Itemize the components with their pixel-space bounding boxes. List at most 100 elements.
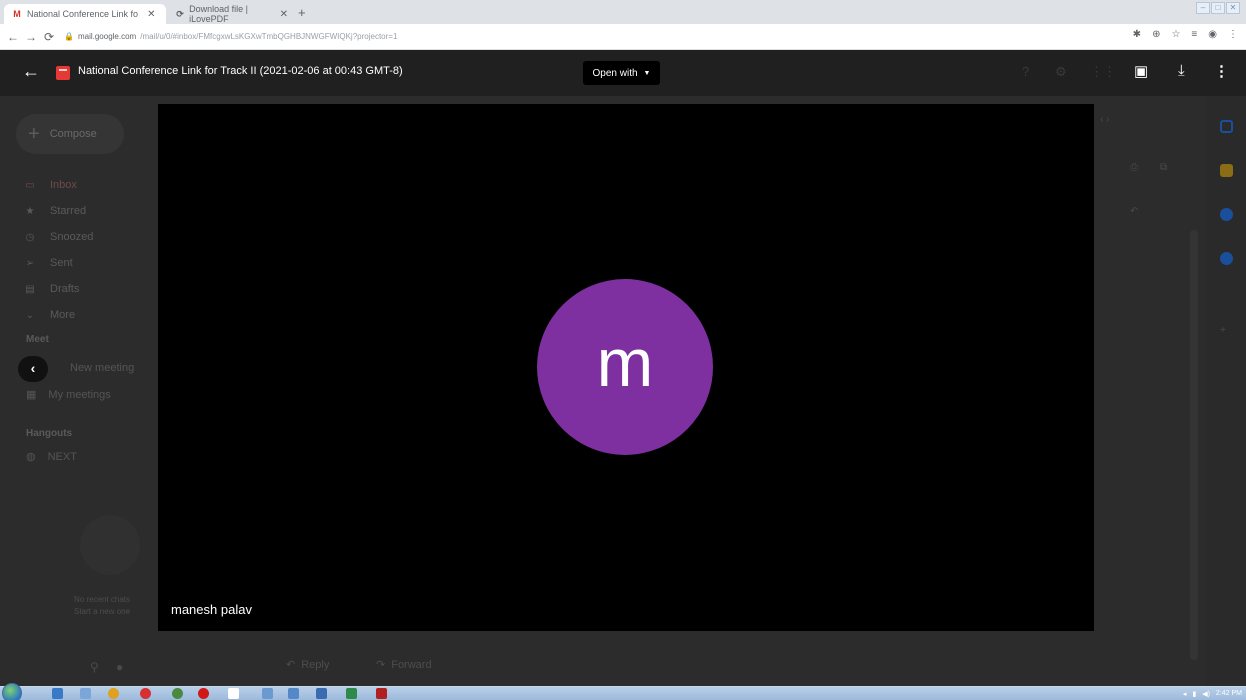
download-icon[interactable]: ⤓ bbox=[1178, 62, 1185, 79]
help-icon: ? bbox=[1022, 64, 1030, 79]
media-icon[interactable] bbox=[80, 688, 91, 699]
apps-grid-icon: ⋮⋮ bbox=[1090, 64, 1116, 79]
nav-item-snoozed[interactable]: ◷ Snoozed bbox=[24, 224, 94, 250]
close-window-button[interactable]: ✕ bbox=[1226, 2, 1240, 14]
participant-avatar: m bbox=[537, 279, 713, 455]
volume-icon[interactable]: ◀) bbox=[1202, 690, 1210, 698]
clock[interactable]: 2:42 PM bbox=[1216, 690, 1242, 697]
reading-list-icon[interactable]: ≡ bbox=[1191, 29, 1197, 40]
contacts-icon[interactable] bbox=[1220, 252, 1233, 265]
network-icon[interactable]: ▮ bbox=[1192, 690, 1196, 698]
open-with-label: Open with bbox=[592, 67, 638, 79]
add-to-drive-icon[interactable]: ▣ bbox=[1134, 62, 1148, 80]
gmail-favicon-icon: M bbox=[13, 9, 21, 19]
bookmark-star-icon[interactable]: ☆ bbox=[1171, 29, 1180, 40]
keyboard-icon: ▦ bbox=[26, 389, 37, 401]
start-button[interactable] bbox=[2, 683, 22, 700]
open-with-button[interactable]: Open with ▼ bbox=[583, 61, 660, 85]
new-meeting-item[interactable]: New meeting bbox=[70, 362, 134, 374]
nav-item-more[interactable]: ⌄ More bbox=[24, 302, 93, 328]
tab-title: National Conference Link fo bbox=[27, 9, 139, 19]
start-chat-link[interactable]: Start a new one bbox=[74, 607, 130, 616]
gmail-scrollbar[interactable] bbox=[1190, 230, 1198, 660]
arrow-left-icon[interactable]: ← bbox=[22, 61, 40, 82]
profile-icon[interactable]: ◉ bbox=[1208, 29, 1217, 40]
ilovepdf-favicon-icon: ⟳ bbox=[176, 9, 184, 19]
collapse-viewer-button[interactable]: ‹ bbox=[18, 356, 48, 382]
avatar-letter: m bbox=[596, 325, 654, 401]
close-tab-icon[interactable]: ✕ bbox=[147, 9, 155, 20]
viewer-title: National Conference Link for Track II (2… bbox=[78, 65, 403, 77]
video-file-icon bbox=[56, 66, 70, 80]
nav-item-inbox[interactable]: ▭ Inbox bbox=[24, 172, 93, 198]
zoom-icon[interactable]: ⊕ bbox=[1152, 29, 1160, 40]
more-options-icon[interactable]: ⋮ bbox=[1214, 62, 1229, 80]
hangouts-user[interactable]: ◍ NEXT bbox=[26, 450, 77, 464]
pdf-icon[interactable] bbox=[376, 688, 387, 699]
send-icon: ➢ bbox=[25, 257, 35, 269]
keep-icon[interactable] bbox=[1220, 164, 1233, 177]
window-icon[interactable] bbox=[262, 688, 273, 699]
explorer-icon[interactable] bbox=[52, 688, 63, 699]
reply-button[interactable]: ↶ Reply bbox=[286, 658, 329, 672]
gmail-nav: ▭ Inbox ★ Starred ◷ Snoozed ➢ Sent ▤ Drafts ⌄… bbox=[24, 172, 93, 328]
person-icon: ◍ bbox=[26, 451, 36, 463]
hangouts-avatar-placeholder bbox=[80, 515, 140, 575]
gmail-sidebar: + Compose ▭ Inbox ★ Starred ◷ Snoozed ➢ Sent… bbox=[0, 50, 155, 686]
back-button[interactable]: ← bbox=[4, 30, 22, 44]
forward-button[interactable]: ↷ Forward bbox=[376, 658, 432, 672]
nav-item-drafts[interactable]: ▤ Drafts bbox=[24, 276, 93, 302]
minimize-button[interactable]: – bbox=[1196, 2, 1210, 14]
folder-icon[interactable] bbox=[108, 688, 119, 699]
plus-icon: + bbox=[28, 122, 40, 145]
chevron-down-icon: ⌄ bbox=[25, 309, 35, 321]
windows-taskbar: ◂ ▮ ◀) 2:42 PM bbox=[0, 683, 1246, 700]
close-tab-icon[interactable]: ✕ bbox=[280, 9, 288, 20]
print-icon[interactable]: ⎙ bbox=[1130, 162, 1138, 173]
tab-ilovepdf[interactable]: ⟳ Download file | iLovePDF ✕ bbox=[168, 4, 296, 24]
add-addon-icon[interactable]: + bbox=[1220, 325, 1226, 336]
forward-arrow-icon: ↷ bbox=[376, 659, 386, 671]
calendar-icon[interactable] bbox=[1220, 120, 1233, 133]
extension-icon[interactable]: ✱ bbox=[1133, 29, 1141, 40]
word-icon[interactable] bbox=[288, 688, 299, 699]
my-meetings-item[interactable]: ▦ My meetings bbox=[26, 388, 111, 402]
lock-icon: 🔒 bbox=[64, 32, 74, 41]
forward-button[interactable]: → bbox=[22, 30, 40, 44]
opera-icon[interactable] bbox=[198, 688, 209, 699]
reply-icon[interactable]: ↶ bbox=[1130, 206, 1138, 217]
window-controls: – □ ✕ bbox=[1196, 2, 1240, 14]
location-icon[interactable]: ● bbox=[116, 660, 123, 674]
browser-tabstrip: M National Conference Link fo ✕ ⟳ Downlo… bbox=[0, 0, 1246, 24]
nav-item-sent[interactable]: ➢ Sent bbox=[24, 250, 93, 276]
participant-name: manesh palav bbox=[171, 602, 252, 617]
maximize-button[interactable]: □ bbox=[1211, 2, 1225, 14]
pagination-icon[interactable]: ‹ › bbox=[1100, 114, 1109, 125]
system-tray: ◂ ▮ ◀) 2:42 PM bbox=[1183, 687, 1242, 700]
tray-arrow-icon[interactable]: ◂ bbox=[1183, 690, 1187, 698]
tasks-icon[interactable] bbox=[1220, 208, 1233, 221]
browser-toolbar: ← → ⟳ 🔒 mail.google.com/mail/u/0/#inbox/… bbox=[0, 24, 1246, 50]
reload-button[interactable]: ⟳ bbox=[40, 30, 58, 44]
chat-person-icon[interactable]: ⚲ bbox=[90, 660, 99, 674]
chrome-menu-icon[interactable]: ⋮ bbox=[1228, 29, 1238, 40]
nav-item-starred[interactable]: ★ Starred bbox=[24, 198, 93, 224]
compose-button[interactable]: + Compose bbox=[16, 114, 124, 154]
viewer-topbar: ← National Conference Link for Track II … bbox=[0, 50, 1246, 96]
settings-icon: ⚙ bbox=[1055, 64, 1067, 79]
clock-icon: ◷ bbox=[25, 231, 35, 243]
video-player[interactable]: m manesh palav bbox=[158, 104, 1094, 631]
app-icon[interactable] bbox=[140, 688, 151, 699]
star-icon: ★ bbox=[25, 205, 35, 217]
address-bar[interactable]: 🔒 mail.google.com/mail/u/0/#inbox/FMfcgx… bbox=[64, 32, 397, 41]
compose-label: Compose bbox=[49, 128, 97, 140]
tab-gmail[interactable]: M National Conference Link fo ✕ bbox=[4, 4, 166, 24]
new-tab-button[interactable]: + bbox=[298, 5, 306, 20]
notepad-icon[interactable] bbox=[228, 688, 239, 699]
spreadsheet-icon[interactable] bbox=[346, 688, 357, 699]
open-new-window-icon[interactable]: ⧉ bbox=[1160, 162, 1167, 173]
caret-down-icon: ▼ bbox=[643, 69, 651, 77]
excel-icon[interactable] bbox=[316, 688, 327, 699]
chrome-taskbar-icon[interactable] bbox=[172, 688, 183, 699]
toolbar-actions: ✱ ⊕ ☆ ≡ ◉ ⋮ bbox=[1133, 29, 1238, 40]
